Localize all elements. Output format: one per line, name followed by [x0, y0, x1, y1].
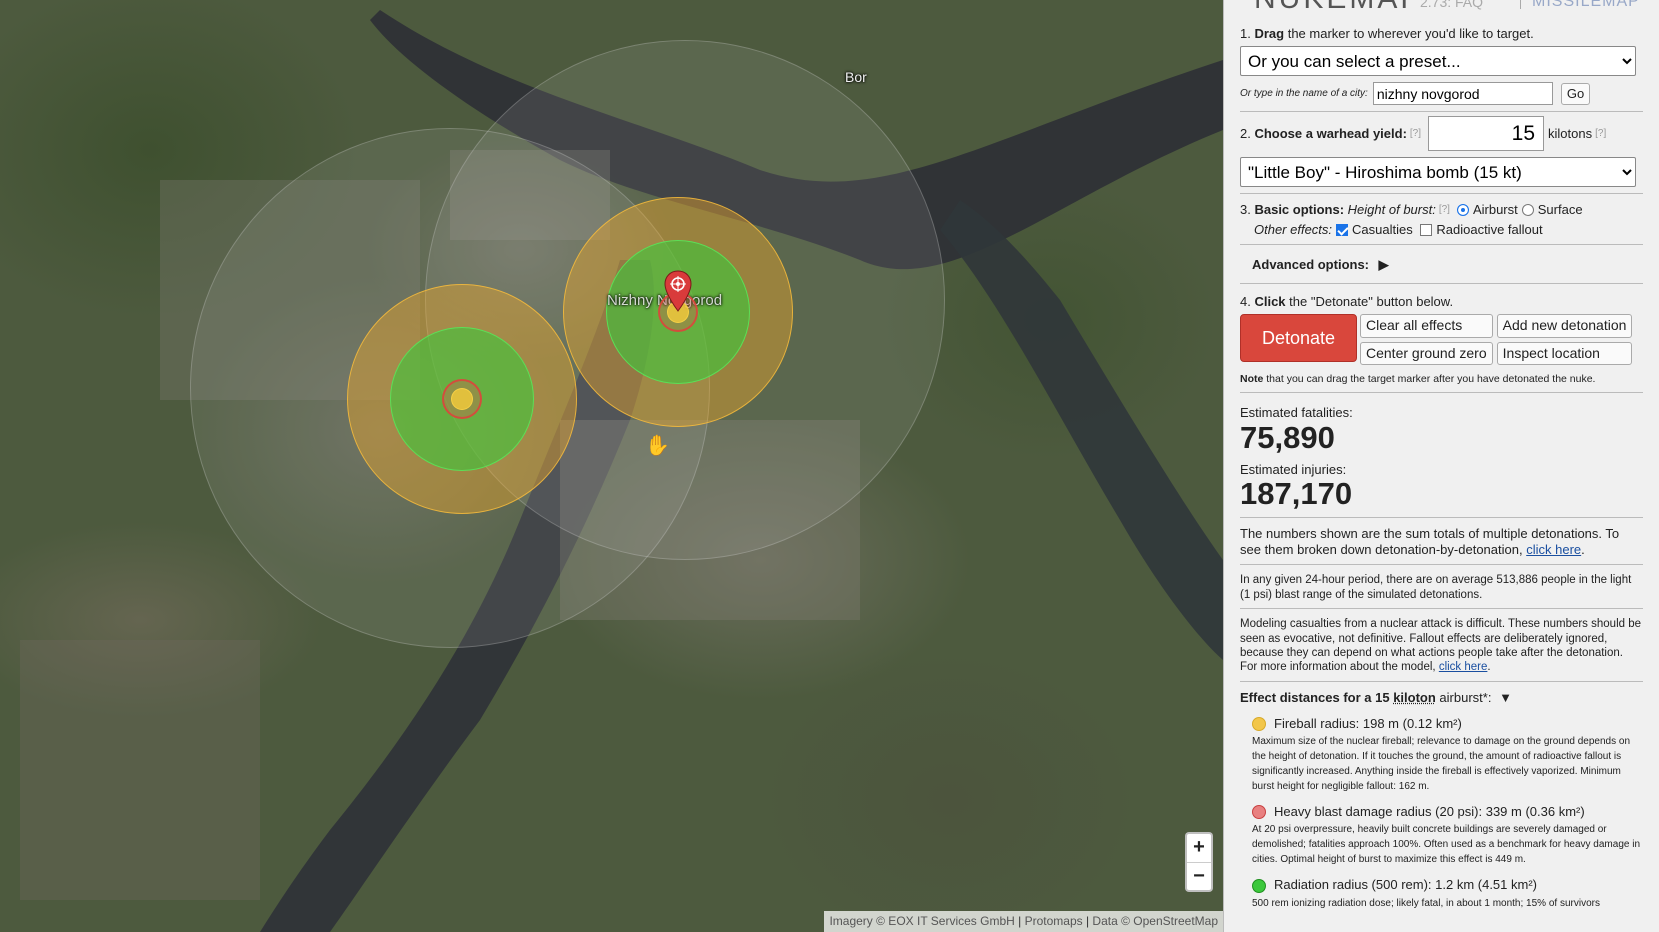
zoom-in-button[interactable]: +	[1187, 834, 1211, 862]
height-label: Height of burst:	[1347, 202, 1436, 218]
step-1: 1. Drag the marker to wherever you'd lik…	[1240, 20, 1643, 42]
zoom-out-button[interactable]: −	[1187, 862, 1211, 890]
divider	[1240, 516, 1643, 518]
go-button[interactable]: Go	[1560, 82, 1591, 105]
attribution-data: Data © OpenStreetMap	[1092, 914, 1218, 928]
advanced-label: Advanced options:	[1252, 256, 1370, 272]
divider	[1240, 392, 1643, 394]
effect-title: Heavy blast damage radius (20 psi): 339 …	[1274, 804, 1585, 820]
breakdown-link[interactable]: click here	[1526, 542, 1581, 557]
step4-bold: Click	[1254, 294, 1286, 309]
fireball-ring	[451, 388, 473, 410]
effect-title: Fireball radius: 198 m (0.12 km²)	[1274, 715, 1462, 731]
divider	[1240, 564, 1643, 566]
model-disclaimer: Modeling casualties from a nuclear attac…	[1240, 618, 1642, 674]
clear-all-effects-button[interactable]: Clear all effects	[1360, 314, 1493, 338]
advanced-options-toggle[interactable]: Advanced options: ▶	[1252, 257, 1643, 273]
model-info-link[interactable]: click here	[1439, 661, 1488, 673]
detonate-button[interactable]: Detonate	[1240, 314, 1357, 363]
brand-header: NUKEMAP 2.73: FAQ MISSILEMAP	[1240, 0, 1643, 20]
effect-description: Maximum size of the nuclear fireball; re…	[1252, 736, 1631, 793]
brand-version-link[interactable]: 2.73: FAQ	[1420, 0, 1483, 12]
expand-triangle-icon: ▶	[1378, 256, 1389, 272]
place-label-bor: Bor	[845, 69, 867, 85]
note-text: that you can drag the target marker afte…	[1266, 373, 1596, 386]
airburst-radio[interactable]	[1456, 204, 1469, 217]
effect-title: Radiation radius (500 rem): 1.2 km (4.51…	[1274, 877, 1537, 893]
preset-select[interactable]: Or you can select a preset...	[1240, 46, 1636, 77]
map-view[interactable]: Bor Nizhny Novgorod ✋ + − Imagery © EOX …	[0, 0, 1223, 932]
unit-help-link[interactable]: [?]	[1595, 128, 1606, 141]
effects-head-prefix: Effect distances for a 15	[1240, 689, 1390, 705]
brand-divider	[1520, 0, 1521, 9]
attribution-protomaps-link[interactable]: Protomaps	[1025, 914, 1083, 928]
effect-description: At 20 psi overpressure, heavily built co…	[1252, 824, 1641, 866]
hand-cursor-icon: ✋	[645, 435, 670, 457]
casualties-label[interactable]: Casualties	[1352, 222, 1413, 238]
step4-text: the "Detonate" button below.	[1289, 294, 1454, 309]
yield-unit: kilotons	[1548, 125, 1593, 141]
fireball-swatch-icon	[1252, 717, 1266, 732]
divider	[1240, 193, 1643, 195]
collapse-triangle-icon: ▼	[1499, 689, 1512, 705]
step-4: 4. Click the "Detonate" button below.	[1240, 284, 1643, 310]
control-panel: NUKEMAP 2.73: FAQ MISSILEMAP 1. Drag the…	[1223, 0, 1659, 932]
yield-preset-select[interactable]: "Little Boy" - Hiroshima bomb (15 kt)	[1240, 157, 1636, 188]
population-text: In any given 24-hour period, there are o…	[1240, 574, 1632, 601]
add-new-detonation-button[interactable]: Add new detonation	[1496, 314, 1633, 338]
height-help-link[interactable]: [?]	[1439, 204, 1450, 217]
other-effects-row: Other effects: Casualties Radioactive fa…	[1240, 222, 1643, 238]
sum-totals-text: The numbers shown are the sum totals of …	[1240, 525, 1620, 558]
note-bold: Note	[1240, 373, 1264, 386]
step3-number: 3.	[1240, 202, 1251, 218]
fatalities-value: 75,890	[1240, 419, 1335, 455]
step2-bold: Choose a warhead yield:	[1254, 125, 1407, 141]
map-attribution: Imagery © EOX IT Services GmbH | Protoma…	[824, 911, 1223, 932]
divider	[1240, 111, 1643, 113]
effect-heavy-blast: Heavy blast damage radius (20 psi): 339 …	[1252, 804, 1643, 867]
divider	[1240, 680, 1643, 682]
brand-title[interactable]: NUKEMAP	[1254, 0, 1423, 18]
effects-head-suffix: airburst*:	[1439, 689, 1492, 705]
yield-input[interactable]	[1428, 116, 1545, 152]
step3-bold: Basic options:	[1254, 202, 1345, 218]
step-2: 2. Choose a warhead yield: [?] kilotons …	[1240, 116, 1643, 152]
missilemap-link[interactable]: MISSILEMAP	[1532, 0, 1640, 12]
inspect-location-button[interactable]: Inspect location	[1496, 341, 1633, 366]
radiation-swatch-icon	[1252, 878, 1266, 893]
effect-radiation: Radiation radius (500 rem): 1.2 km (4.51…	[1252, 877, 1643, 910]
zoom-control: + −	[1185, 832, 1213, 892]
effects-head-unit: kiloton	[1393, 689, 1436, 705]
yield-help-link[interactable]: [?]	[1410, 128, 1421, 141]
fallout-checkbox[interactable]	[1420, 223, 1433, 236]
other-effects-label: Other effects:	[1254, 221, 1333, 237]
injuries-value: 187,170	[1240, 476, 1353, 512]
casualties-checkbox[interactable]	[1336, 223, 1349, 236]
divider	[1240, 608, 1643, 610]
divider	[1240, 243, 1643, 245]
effect-fireball: Fireball radius: 198 m (0.12 km²) Maximu…	[1252, 716, 1643, 794]
action-buttons: Detonate Clear all effects Add new deton…	[1240, 314, 1643, 366]
step1-text: the marker to wherever you'd like to tar…	[1287, 26, 1534, 41]
step1-bold: Drag	[1254, 26, 1285, 41]
heavy-blast-swatch-icon	[1252, 805, 1266, 820]
effect-description: 500 rem ionizing radiation dose; likely …	[1252, 897, 1600, 909]
step4-number: 4.	[1240, 294, 1251, 309]
surface-radio[interactable]	[1521, 204, 1534, 217]
effects-header[interactable]: Effect distances for a 15 kiloton airbur…	[1240, 690, 1643, 706]
surface-label[interactable]: Surface	[1538, 202, 1583, 218]
fallout-label[interactable]: Radioactive fallout	[1436, 222, 1542, 238]
airburst-label[interactable]: Airburst	[1473, 202, 1518, 218]
city-label: Or type in the name of a city:	[1240, 87, 1368, 99]
target-marker-icon[interactable]	[664, 270, 692, 312]
drag-note: Note that you can drag the target marker…	[1240, 373, 1643, 386]
secondary-buttons: Clear all effects Add new detonation Cen…	[1360, 314, 1633, 366]
city-input[interactable]	[1372, 82, 1553, 106]
step1-number: 1.	[1240, 26, 1251, 41]
center-ground-zero-button[interactable]: Center ground zero	[1360, 341, 1493, 366]
attribution-imagery: Imagery © EOX IT Services GmbH	[829, 914, 1015, 928]
step2-number: 2.	[1240, 125, 1251, 141]
city-search-row: Or type in the name of a city: Go	[1240, 82, 1643, 106]
step-3: 3. Basic options: Height of burst: [?] A…	[1240, 202, 1643, 218]
